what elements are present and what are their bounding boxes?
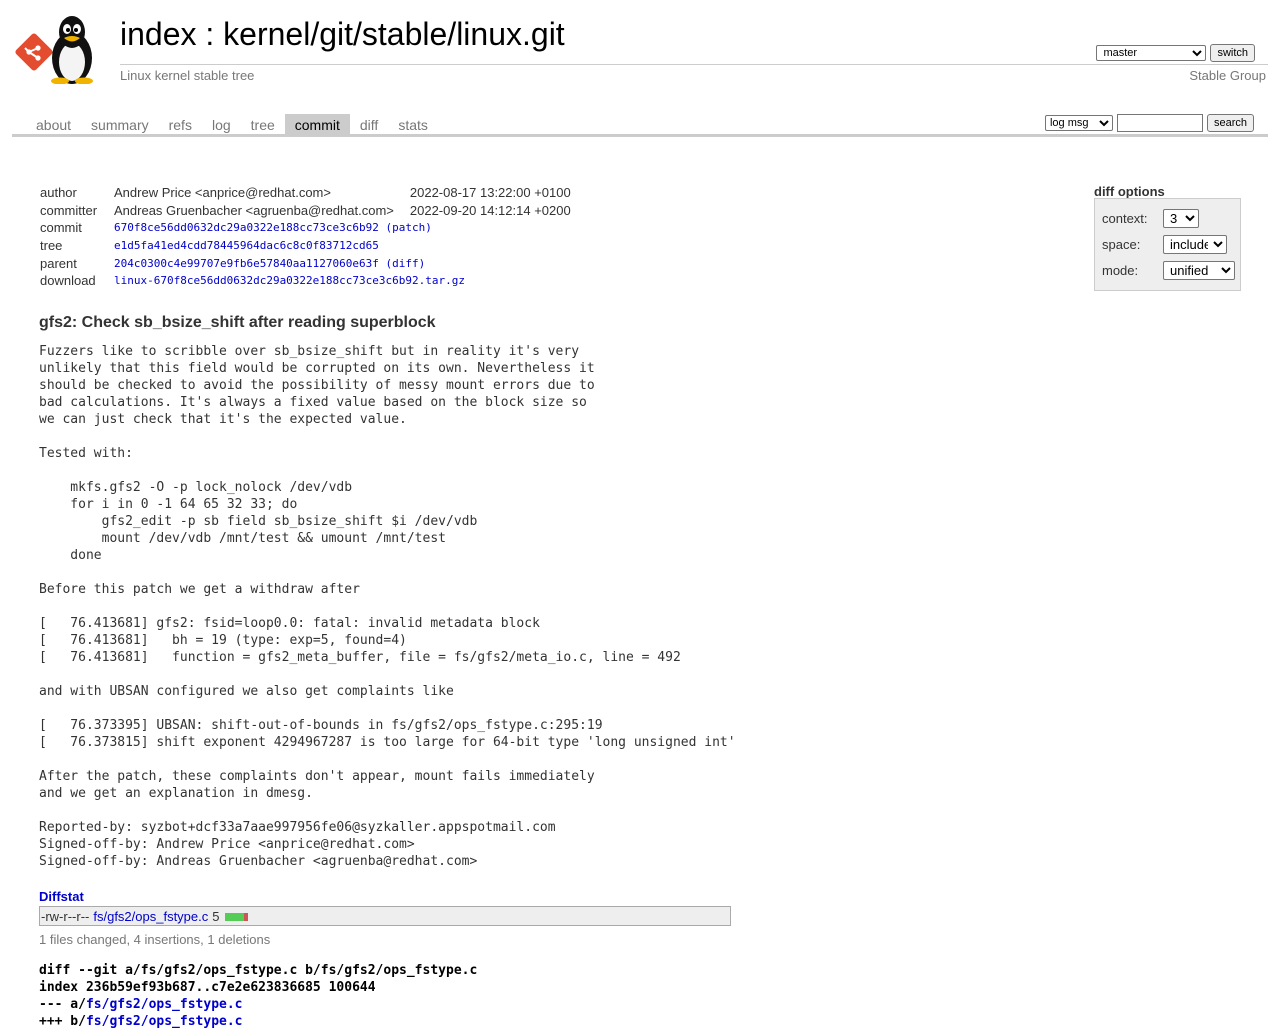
tab-commit[interactable]: commit	[284, 114, 350, 134]
index-link[interactable]: index	[120, 16, 197, 52]
diff-git-line: diff --git a/fs/gfs2/ops_fstype.c b/fs/g…	[39, 963, 478, 978]
tab-tree[interactable]: tree	[241, 114, 285, 134]
space-label: space:	[1102, 237, 1141, 252]
diff-options-panel: context: 3 space: include mode: unified	[1094, 198, 1241, 291]
tab-log[interactable]: log	[202, 114, 241, 134]
diffstat-link[interactable]: Diffstat	[39, 889, 84, 904]
tab-about[interactable]: about	[12, 114, 81, 134]
change-count: 5	[212, 909, 220, 924]
diff-index-line: index 236b59ef93b687..c7e2e623836685 100…	[39, 980, 376, 995]
download-cell: linux-670f8ce56dd0632dc29a0322e188cc73ce…	[112, 272, 573, 290]
tab-stats[interactable]: stats	[388, 114, 438, 134]
space-option-row: space: include	[1102, 235, 1227, 254]
commit-row: commit 670f8ce56dd0632dc29a0322e188cc73c…	[38, 219, 573, 237]
tab-diff[interactable]: diff	[350, 114, 388, 134]
diffstat-row: -rw-r--r-- fs/gfs2/ops_fstype.c 5	[41, 909, 249, 924]
diffstat-summary: 1 files changed, 4 insertions, 1 deletio…	[39, 932, 271, 947]
tree-sha-link[interactable]: e1d5fa41ed4cdd78445964dac6c8c0f83712cd65	[114, 239, 379, 252]
title-divider	[120, 64, 1268, 65]
change-graph	[224, 912, 249, 921]
old-file-link[interactable]: fs/gfs2/ops_fstype.c	[86, 997, 243, 1012]
insertions-bar	[224, 912, 244, 921]
committer-date: 2022-09-20 14:12:14 +0200	[409, 202, 571, 218]
switch-button[interactable]: switch	[1210, 44, 1255, 62]
mode-select[interactable]: unified	[1163, 261, 1235, 280]
download-label: download	[40, 273, 96, 289]
context-select[interactable]: 3	[1163, 209, 1199, 228]
repo-description: Linux kernel stable tree	[120, 68, 255, 83]
committer-value: Andreas Gruenbacher <agruenba@redhat.com…	[114, 202, 394, 218]
diff-header: diff --git a/fs/gfs2/ops_fstype.c b/fs/g…	[39, 962, 477, 1030]
download-row: download linux-670f8ce56dd0632dc29a0322e…	[38, 272, 573, 290]
context-label: context:	[1102, 211, 1148, 226]
deletions-bar	[243, 912, 249, 921]
new-file-prefix: +++ b/	[39, 1014, 86, 1029]
space-select[interactable]: include	[1163, 235, 1227, 254]
diffstat-file-link[interactable]: fs/gfs2/ops_fstype.c	[93, 909, 208, 924]
diffstat-header[interactable]: Diffstat	[39, 889, 84, 904]
diff-old-file-line: --- a/fs/gfs2/ops_fstype.c	[39, 996, 477, 1013]
branch-switch-form: master switch	[1096, 44, 1255, 62]
git-diamond-icon	[15, 33, 53, 71]
author-date: 2022-08-17 13:22:00 +0100	[409, 185, 571, 201]
diffstat-table: -rw-r--r-- fs/gfs2/ops_fstype.c 5	[39, 906, 731, 926]
commit-label: commit	[40, 220, 82, 236]
branch-select[interactable]: master	[1096, 45, 1207, 61]
committer-label: committer	[40, 202, 98, 218]
page-title: index : kernel/git/stable/linux.git	[120, 16, 565, 53]
author-label: author	[40, 185, 77, 201]
patch-link[interactable]: (patch)	[386, 221, 432, 234]
commit-sha-cell: 670f8ce56dd0632dc29a0322e188cc73ce3c6b92…	[112, 219, 573, 237]
search-input[interactable]	[1116, 114, 1203, 132]
mode-option-row: mode: unified	[1102, 261, 1235, 280]
search-button[interactable]: search	[1206, 114, 1254, 132]
committer-row: committer Andreas Gruenbacher <agruenba@…	[38, 202, 573, 220]
tree-sha-cell: e1d5fa41ed4cdd78445964dac6c8c0f83712cd65	[112, 237, 573, 255]
tree-label: tree	[40, 238, 63, 254]
parent-sha-cell: 204c0300c4e99707e9fb6e57840aa1127060e63f…	[112, 254, 573, 272]
commit-sha-link[interactable]: 670f8ce56dd0632dc29a0322e188cc73ce3c6b92	[114, 221, 379, 234]
parent-diff-link[interactable]: (diff)	[386, 257, 426, 270]
tree-row: tree e1d5fa41ed4cdd78445964dac6c8c0f8371…	[38, 237, 573, 255]
parent-sha-link[interactable]: 204c0300c4e99707e9fb6e57840aa1127060e63f	[114, 257, 379, 270]
repo-owner: Stable Group	[1189, 68, 1266, 83]
parent-row: parent 204c0300c4e99707e9fb6e57840aa1127…	[38, 254, 573, 272]
search-form: log msg search	[1044, 114, 1254, 132]
commit-subject: gfs2: Check sb_bsize_shift after reading…	[39, 314, 436, 331]
title-separator: :	[196, 16, 224, 52]
parent-label: parent	[40, 255, 77, 271]
mode-label: mode:	[1102, 263, 1139, 278]
cgit-logo[interactable]	[14, 12, 110, 85]
author-value: Andrew Price <anprice@redhat.com>	[114, 185, 331, 201]
context-option-row: context: 3	[1102, 209, 1199, 228]
repo-link[interactable]: kernel/git/stable/linux.git	[223, 16, 565, 52]
download-tarball-link[interactable]: linux-670f8ce56dd0632dc29a0322e188cc73ce…	[114, 274, 465, 287]
tab-refs[interactable]: refs	[159, 114, 202, 134]
old-file-prefix: --- a/	[39, 997, 86, 1012]
commit-info-table: author Andrew Price <anprice@redhat.com>…	[38, 184, 573, 290]
file-mode: -rw-r--r--	[41, 909, 90, 924]
diff-new-file-line: +++ b/fs/gfs2/ops_fstype.c	[39, 1013, 477, 1030]
diff-options-title: diff options	[1094, 184, 1165, 199]
tux-penguin-icon	[51, 16, 93, 85]
search-range-select[interactable]: log msg	[1044, 115, 1113, 131]
author-row: author Andrew Price <anprice@redhat.com>…	[38, 184, 573, 202]
new-file-link[interactable]: fs/gfs2/ops_fstype.c	[86, 1014, 243, 1029]
commit-message: Fuzzers like to scribble over sb_bsize_s…	[39, 344, 736, 869]
tab-summary[interactable]: summary	[81, 114, 159, 134]
